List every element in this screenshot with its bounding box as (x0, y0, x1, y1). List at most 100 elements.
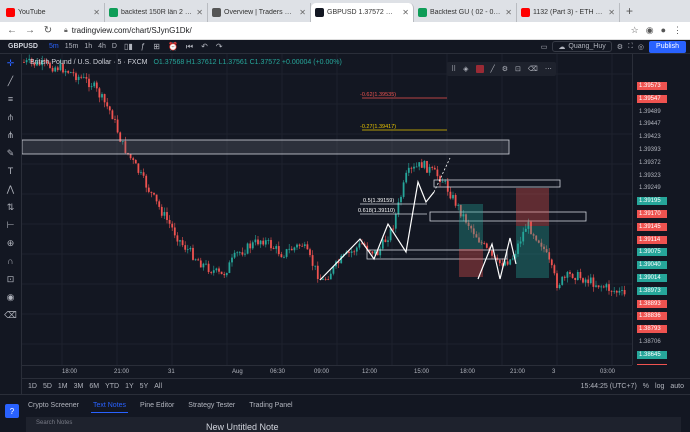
browser-tab[interactable]: Backtest GU ( 02 - 08 - 20✕ (414, 3, 517, 22)
browser-tab[interactable]: GBPUSD 1.37572 ▲ +0.42✕ (311, 3, 414, 22)
text-icon[interactable]: T (0, 162, 21, 180)
indicators-icon[interactable]: ƒ (137, 42, 149, 51)
publish-button[interactable]: Publish (649, 40, 686, 53)
undo-icon[interactable]: ↶ (197, 42, 212, 51)
price-axis[interactable]: 1.39573 1.39547 1.39489 1.39447 1.39423 1.393… (632, 54, 690, 365)
fill-color-icon[interactable]: ◈ (463, 65, 468, 73)
candle-body (423, 160, 426, 168)
range-ytd[interactable]: YTD (105, 383, 119, 390)
candle-body (374, 250, 376, 254)
bottom-tab[interactable]: Crypto Screener (26, 399, 81, 413)
prediction-icon[interactable]: ⇅ (0, 198, 21, 216)
chart-pane[interactable]: -0.62(1.39535) -0.27(1.39417) 0.5(1.39159)… (22, 54, 632, 365)
trash-icon[interactable]: ⌫ (0, 306, 21, 324)
bottom-tab[interactable]: Pine Editor (138, 399, 176, 413)
auto-toggle[interactable]: auto (670, 383, 690, 390)
tab-favicon-icon (418, 8, 427, 17)
candle-body (80, 76, 83, 78)
pattern-icon[interactable]: ⋀ (0, 180, 21, 198)
range-all[interactable]: All (154, 383, 162, 390)
settings-small-icon[interactable]: ⚙ (502, 65, 508, 73)
replay-icon[interactable]: ⏮ (182, 42, 197, 52)
range-5d[interactable]: 5D (43, 383, 52, 390)
trendline-icon[interactable]: ╱ (0, 72, 21, 90)
ruler-icon[interactable]: ⊢ (0, 216, 21, 234)
close-icon[interactable]: ✕ (299, 8, 306, 17)
timeframe-5m[interactable]: 5m (46, 43, 62, 50)
profile-icon[interactable]: ● (661, 25, 666, 36)
candle-body (600, 286, 603, 288)
log-toggle[interactable]: log (655, 383, 664, 390)
close-icon[interactable]: ✕ (93, 8, 100, 17)
reload-icon[interactable]: ↻ (42, 25, 54, 36)
close-icon[interactable]: ✕ (608, 8, 615, 17)
candle-body (90, 86, 93, 88)
layout-icon[interactable]: ▭ (541, 43, 548, 51)
magnet-icon[interactable]: ∩ (0, 252, 21, 270)
percent-toggle[interactable]: % (643, 383, 649, 390)
back-icon[interactable]: ← (6, 25, 18, 36)
range-3m[interactable]: 3M (74, 383, 84, 390)
timeframe-1h[interactable]: 1h (81, 43, 95, 50)
settings-icon[interactable]: ⚙ (617, 43, 623, 51)
lock-drawings-icon[interactable]: ⊡ (0, 270, 21, 288)
candle-body (25, 60, 28, 63)
forward-icon[interactable]: → (24, 25, 36, 36)
zoom-icon[interactable]: ⊕ (0, 234, 21, 252)
close-icon[interactable]: ✕ (196, 8, 203, 17)
camera-icon[interactable]: ◎ (638, 43, 644, 51)
brush-icon[interactable]: ✎ (0, 144, 21, 162)
lock-small-icon[interactable]: ⊡ (515, 65, 521, 73)
color-swatch[interactable] (475, 65, 484, 73)
range-6m[interactable]: 6M (89, 383, 99, 390)
browser-tab[interactable]: backtest 150R lần 2 - Goog✕ (105, 3, 208, 22)
fib-label: -0.62(1.39535) (360, 92, 396, 98)
bottom-tab[interactable]: Text Notes (90, 399, 129, 413)
drag-handle-icon[interactable]: ⠿ (451, 65, 456, 73)
templates-icon[interactable]: ⊞ (149, 42, 164, 51)
search-notes-input[interactable]: Search Notes (36, 420, 72, 426)
browser-tab[interactable]: Overview | Traders Central✕ (208, 3, 311, 22)
clock-readout[interactable]: 15:44:25 (UTC+7) (581, 383, 637, 390)
timeframe-D[interactable]: D (109, 43, 120, 50)
redo-icon[interactable]: ↷ (212, 42, 227, 51)
crosshair-icon[interactable]: ✛ (0, 54, 21, 72)
browser-tab[interactable]: 1132 (Part 3) - ETH B... ✕ (517, 3, 620, 22)
range-1m[interactable]: 1M (58, 383, 68, 390)
range-1d[interactable]: 1D (28, 383, 37, 390)
fullscreen-icon[interactable]: ⛶ (628, 43, 633, 51)
horizontal-line-icon[interactable]: ≡ (0, 90, 21, 108)
range-1y[interactable]: 1Y (125, 383, 134, 390)
price-chart[interactable]: -0.62(1.39535) -0.27(1.39417) 0.5(1.39159)… (22, 54, 632, 365)
symbol-search[interactable]: GBPUSD (0, 43, 46, 50)
star-icon[interactable]: ☆ (631, 25, 639, 36)
candle-style-icon[interactable]: ▯▮ (120, 42, 137, 51)
candle-body (433, 167, 436, 170)
line-style-icon[interactable]: ╱ (491, 65, 495, 73)
price-label: 1.39075 (637, 248, 667, 257)
delete-icon[interactable]: ⌫ (528, 65, 538, 73)
range-5y[interactable]: 5Y (140, 383, 149, 390)
new-tab-button[interactable]: + (620, 4, 639, 18)
help-icon[interactable]: ? (5, 404, 19, 418)
bottom-tab[interactable]: Strategy Tester (186, 399, 237, 413)
candle-body (610, 290, 613, 292)
candle-body (327, 279, 330, 280)
extension-icon[interactable]: ◉ (646, 25, 654, 36)
time-axis[interactable]: 18:00 21:00 31 Aug 06:30 09:00 12:00 15:00 18:00… (22, 365, 632, 378)
more-icon[interactable]: ⋯ (545, 65, 552, 73)
menu-icon[interactable]: ⋮ (673, 25, 682, 36)
timeframe-4h[interactable]: 4h (95, 43, 109, 50)
eye-icon[interactable]: ◉ (0, 288, 21, 306)
timeframe-15m[interactable]: 15m (62, 43, 82, 50)
fib-icon[interactable]: ⋔ (0, 126, 21, 144)
alert-icon[interactable]: ⏰ (164, 42, 182, 51)
browser-tab[interactable]: YouTube ✕ (2, 3, 105, 22)
pitchfork-icon[interactable]: ⫛ (0, 108, 21, 126)
url-field[interactable]: 🔒︎ tradingview.com/chart/SJynG1Dk/ (64, 26, 625, 35)
candle-body (228, 262, 231, 273)
bottom-tab[interactable]: Trading Panel (247, 399, 294, 413)
close-icon[interactable]: ✕ (505, 8, 512, 17)
user-menu[interactable]: ☁ Quang_Huy (552, 41, 612, 52)
close-icon[interactable]: ✕ (402, 8, 409, 17)
